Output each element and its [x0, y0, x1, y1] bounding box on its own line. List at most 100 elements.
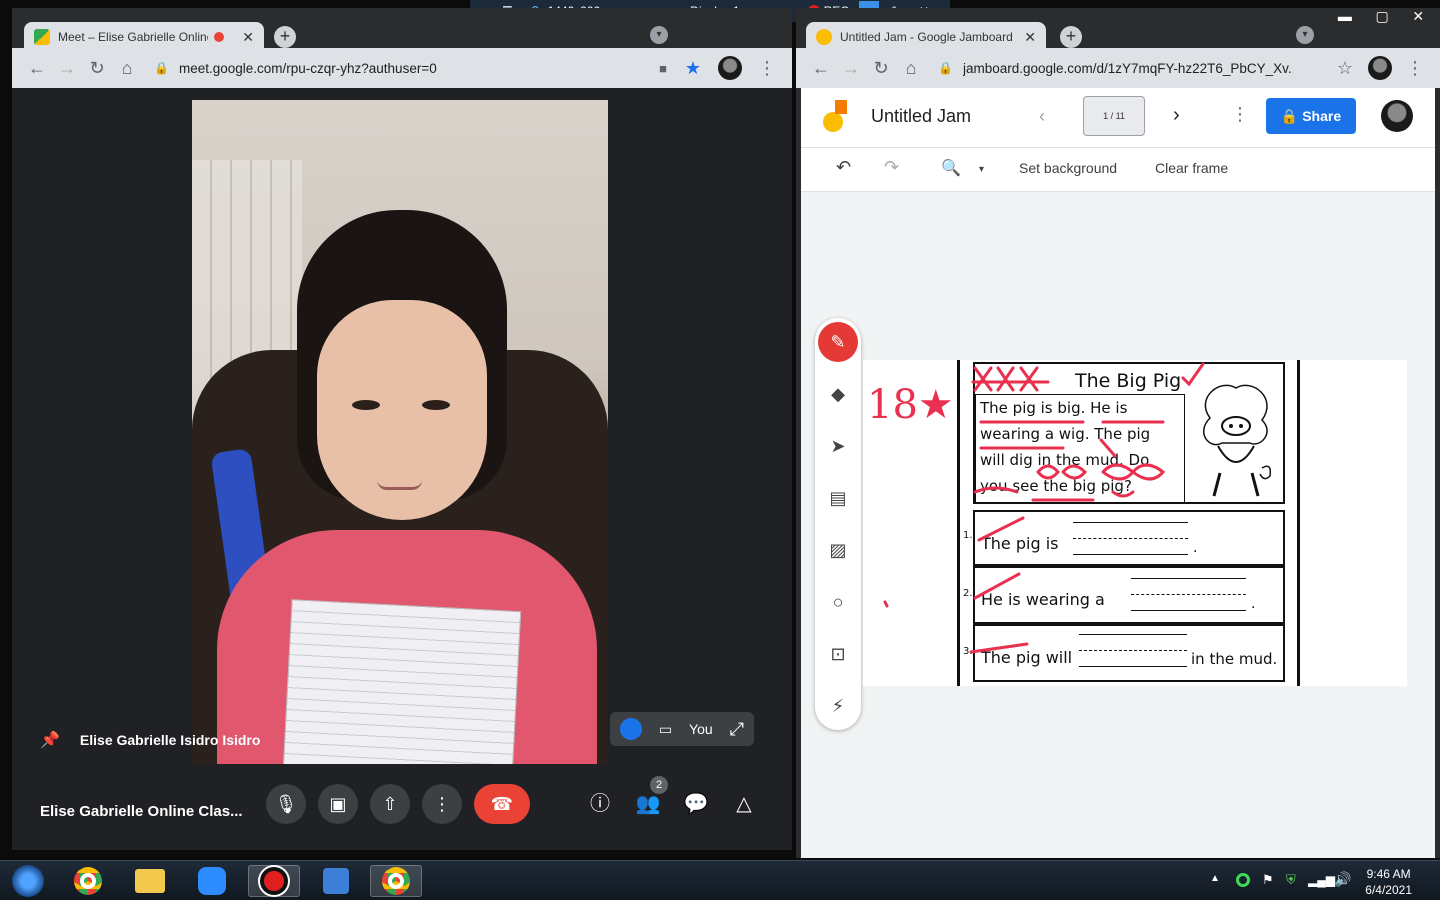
jam-tab-strip: Untitled Jam - Google Jamboard ✕ + ▾ ▬ ▢… — [796, 8, 1440, 52]
maximize-icon[interactable]: ▢ — [1376, 8, 1389, 28]
volume-icon[interactable]: 🔊 — [1334, 871, 1351, 888]
chat-icon[interactable]: 💬 — [683, 791, 709, 817]
chrome-active-taskbar-button[interactable] — [370, 865, 422, 897]
jam-edit-toolbar: ↶ ↷ 🔍 ▾ Set background Clear frame — [801, 148, 1435, 192]
share-button[interactable]: 🔒 Share — [1266, 98, 1356, 134]
activities-icon[interactable]: △ — [731, 791, 757, 817]
microphone-button[interactable]: 🎙 — [266, 784, 306, 824]
close-tab-icon[interactable]: ✕ — [1024, 29, 1036, 46]
lock-icon: 🔒 — [154, 61, 169, 75]
set-background-button[interactable]: Set background — [1019, 160, 1117, 176]
tab-search-icon[interactable]: ▾ — [1296, 26, 1314, 44]
mouth — [377, 480, 422, 490]
reload-icon[interactable]: ↻ — [866, 58, 896, 79]
forward-icon[interactable]: → — [52, 58, 82, 79]
eraser-tool-icon[interactable]: ◆ — [815, 374, 861, 414]
meet-tab-title: Meet – Elise Gabrielle Online — [58, 30, 208, 44]
participant-name-tag: 📌 Elise Gabrielle Isidro Isidro — [40, 730, 260, 750]
undo-icon[interactable]: ↶ — [836, 157, 851, 178]
jam-document-title[interactable]: Untitled Jam — [871, 106, 971, 127]
image-tool-icon[interactable]: ▨ — [815, 530, 861, 570]
meet-favicon — [34, 29, 50, 45]
bookmark-star-icon[interactable]: ★ — [678, 58, 708, 79]
back-icon[interactable]: ← — [806, 58, 836, 79]
reload-icon[interactable]: ↻ — [82, 58, 112, 79]
jamboard-app: Untitled Jam ‹ 1 / 11 › ⋮ 🔒 Share ↶ ↷ 🔍 … — [801, 88, 1435, 858]
tab-search-icon[interactable]: ▾ — [650, 26, 668, 44]
end-call-button[interactable]: ☎ — [474, 784, 530, 824]
back-icon[interactable]: ← — [22, 58, 52, 79]
windows-logo-icon — [12, 865, 44, 897]
meet-browser-window: Meet – Elise Gabrielle Online ✕ + ▾ ← → … — [12, 8, 792, 850]
file-explorer-taskbar-button[interactable] — [124, 865, 176, 897]
profile-avatar[interactable] — [1368, 56, 1392, 80]
window-controls: ▬ ▢ ✕ — [1326, 8, 1436, 28]
record-icon — [260, 867, 288, 895]
right-eye — [422, 400, 450, 410]
clear-frame-button[interactable]: Clear frame — [1155, 160, 1228, 176]
jam-tool-palette: ✎ ◆ ➤ ▤ ▨ ○ ⊡ ⚡ — [815, 318, 861, 730]
share-label: Share — [1302, 108, 1342, 124]
close-window-icon[interactable]: ✕ — [1412, 8, 1424, 28]
zoom-taskbar-button[interactable] — [186, 865, 238, 897]
frame-bar-button[interactable]: 1 / 11 — [1083, 96, 1145, 136]
jam-address-bar[interactable]: 🔒 jamboard.google.com/d/1zY7mqFY-hz22T6_… — [926, 53, 1330, 83]
jam-canvas[interactable]: 18★ The Big Pig The pig is big. He is we… — [863, 360, 1407, 686]
speaking-indicator-icon — [620, 718, 642, 740]
account-avatar[interactable] — [1381, 100, 1413, 132]
chrome-icon — [74, 867, 102, 895]
start-button[interactable] — [2, 865, 54, 897]
bookmark-star-icon[interactable]: ☆ — [1330, 58, 1360, 79]
action-center-icon[interactable]: ⚑ — [1262, 872, 1274, 888]
more-menu-icon[interactable]: ⋮ — [752, 58, 782, 79]
redo-icon[interactable]: ↷ — [884, 157, 899, 178]
sticky-note-icon[interactable]: ▤ — [815, 478, 861, 518]
profile-avatar[interactable] — [718, 56, 742, 80]
previous-frame-icon[interactable]: ‹ — [1039, 106, 1045, 127]
next-frame-icon[interactable]: › — [1173, 104, 1180, 127]
new-tab-button[interactable]: + — [1060, 26, 1082, 48]
participant-count-badge: 2 — [650, 776, 668, 794]
circle-shape-icon[interactable]: ○ — [815, 582, 861, 622]
system-clock[interactable]: 9:46 AM 6/4/2021 — [1365, 866, 1412, 898]
recorder-taskbar-button[interactable] — [248, 865, 300, 897]
present-screen-button[interactable]: ⇧ — [370, 784, 410, 824]
camera-button[interactable]: ▣ — [318, 784, 358, 824]
expand-icon[interactable]: ⤢ — [730, 719, 744, 740]
network-icon[interactable]: ▂▄▆ — [1308, 873, 1335, 887]
zoom-dropdown-icon[interactable]: ▾ — [979, 164, 984, 175]
security-icon[interactable]: ⛨ — [1286, 872, 1296, 888]
participants-icon[interactable]: 👥 — [635, 791, 661, 817]
chrome-taskbar-button[interactable] — [62, 865, 114, 897]
zoom-icon[interactable]: 🔍 — [941, 158, 961, 178]
pin-icon[interactable]: 📌 — [40, 730, 60, 750]
meet-address-bar[interactable]: 🔒 meet.google.com/rpu-czqr-yhz?authuser=… — [142, 53, 648, 83]
more-options-button[interactable]: ⋮ — [422, 784, 462, 824]
video-editor-taskbar-button[interactable] — [310, 865, 362, 897]
info-icon[interactable]: ⓘ — [587, 791, 613, 817]
status-tray-icon[interactable] — [1236, 873, 1250, 887]
folder-icon — [135, 869, 165, 893]
home-icon[interactable]: ⌂ — [896, 58, 926, 79]
meet-toolbar: ← → ↻ ⌂ 🔒 meet.google.com/rpu-czqr-yhz?a… — [12, 48, 792, 88]
lock-icon: 🔒 — [1280, 108, 1303, 124]
minimize-icon[interactable]: ▬ — [1338, 8, 1352, 28]
home-icon[interactable]: ⌂ — [112, 58, 142, 79]
more-options-icon[interactable]: ⋮ — [1231, 104, 1249, 125]
camera-permission-icon[interactable]: ■ — [648, 61, 678, 76]
more-menu-icon[interactable]: ⋮ — [1400, 58, 1430, 79]
laser-tool-icon[interactable]: ⚡ — [815, 686, 861, 726]
forward-icon[interactable]: → — [836, 58, 866, 79]
meeting-title[interactable]: Elise Gabrielle Online Clas... — [40, 803, 243, 820]
recording-indicator-icon — [214, 32, 224, 42]
pen-tool-icon: ✎ — [818, 322, 858, 362]
meet-tab-strip: Meet – Elise Gabrielle Online ✕ + ▾ — [12, 8, 792, 52]
select-tool-icon[interactable]: ➤ — [815, 426, 861, 466]
text-box-icon[interactable]: ⊡ — [815, 634, 861, 674]
participant-name: Elise Gabrielle Isidro Isidro — [79, 732, 261, 748]
pen-tool[interactable]: ✎ — [815, 322, 861, 362]
new-tab-button[interactable]: + — [274, 26, 296, 48]
self-view-chip[interactable]: ▭ You ⤢ — [610, 712, 754, 746]
close-tab-icon[interactable]: ✕ — [242, 29, 254, 46]
show-hidden-icons[interactable]: ▲ — [1210, 873, 1220, 884]
